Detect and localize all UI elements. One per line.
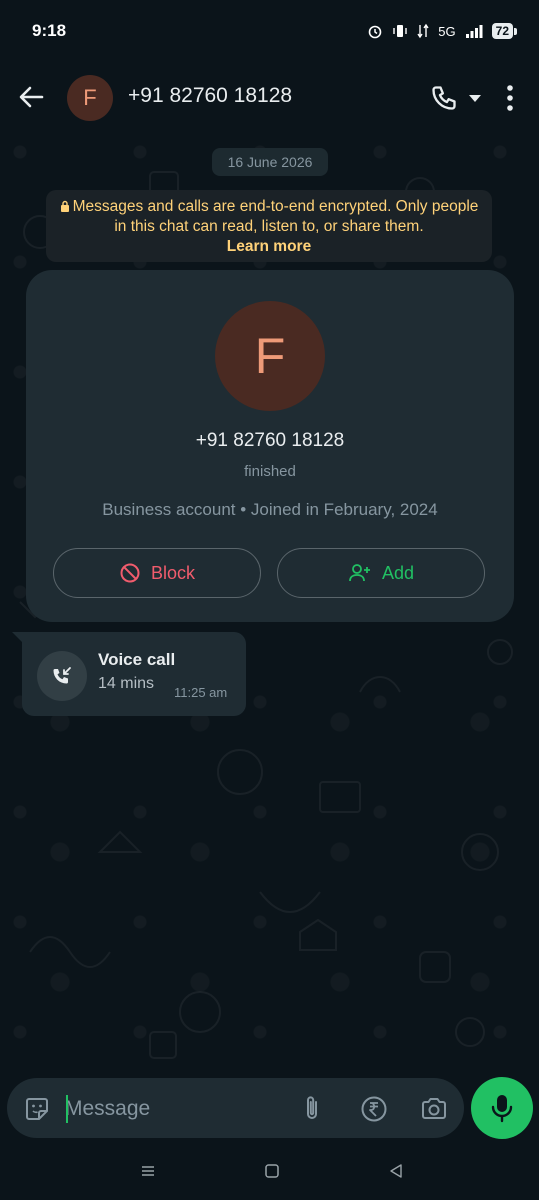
more-vert-icon[interactable] (502, 84, 518, 112)
call-duration: 14 mins (98, 675, 155, 692)
system-nav-bar (0, 1143, 539, 1200)
vibrate-icon (393, 25, 407, 37)
home-icon[interactable] (264, 1163, 280, 1179)
block-label: Block (150, 562, 195, 583)
status-bar: 9:18 5G 72 (0, 0, 539, 62)
call-icon-circle (37, 651, 87, 701)
status-icons: 5G 72 (367, 23, 518, 39)
data-arrows-icon (417, 23, 429, 39)
battery-indicator: 72 (491, 23, 518, 39)
message-composer (7, 1078, 464, 1138)
network-type-label: 5G (438, 23, 456, 39)
date-chip: 16 June 2026 (212, 148, 328, 176)
caret-down-icon[interactable] (468, 93, 482, 103)
add-label: Add (381, 562, 415, 583)
contact-avatar[interactable]: F (67, 75, 113, 121)
block-button[interactable]: Block (53, 548, 261, 598)
lock-icon (60, 200, 69, 212)
contact-profile-card: F +91 82760 18128 finished Business acco… (26, 270, 514, 622)
call-timestamp: 11:25 am (174, 685, 228, 700)
missed-incoming-call-icon (53, 667, 71, 684)
camera-icon[interactable] (420, 1095, 448, 1123)
add-contact-icon (349, 564, 370, 582)
voice-record-button[interactable] (471, 1077, 533, 1139)
text-cursor (66, 1095, 68, 1123)
profile-avatar[interactable]: F (215, 301, 325, 411)
profile-name: +91 82760 18128 (195, 430, 345, 451)
learn-more-link[interactable]: Learn more (56, 237, 482, 257)
recent-apps-icon[interactable] (140, 1163, 156, 1179)
attach-icon[interactable] (299, 1093, 325, 1123)
profile-status: finished (244, 463, 296, 480)
contact-title[interactable]: +91 82760 18128 (128, 84, 292, 108)
add-contact-button[interactable]: Add (277, 548, 485, 598)
voice-call-message[interactable]: Voice call 14 mins 11:25 am (22, 632, 246, 716)
call-title: Voice call (98, 650, 176, 669)
chat-header: F +91 82760 18128 (0, 62, 539, 132)
sticker-icon[interactable] (23, 1095, 51, 1123)
signal-icon (465, 25, 483, 38)
profile-info: Business account • Joined in February, 2… (102, 500, 438, 519)
phone-icon[interactable] (430, 84, 458, 112)
status-time: 9:18 (32, 21, 67, 40)
encryption-notice-text: Messages and calls are end-to-end encryp… (72, 198, 479, 235)
encryption-notice[interactable]: Messages and calls are end-to-end encryp… (46, 190, 492, 262)
alarm-icon (368, 25, 382, 39)
block-icon (120, 563, 140, 583)
back-arrow-icon[interactable] (18, 85, 44, 109)
rupee-icon[interactable] (360, 1095, 388, 1123)
nav-back-icon[interactable] (388, 1163, 404, 1179)
message-input[interactable] (65, 1092, 285, 1126)
mic-icon (491, 1095, 513, 1123)
